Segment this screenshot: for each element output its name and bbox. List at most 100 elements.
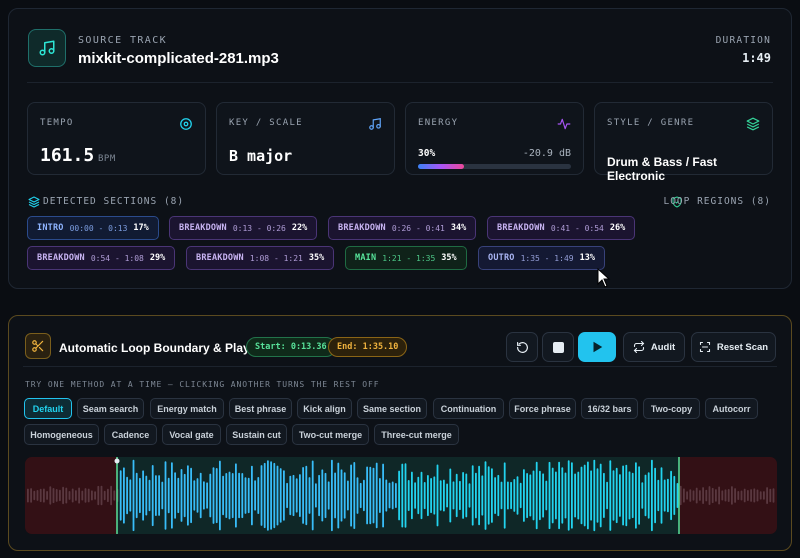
section-percent: 34%	[450, 223, 467, 233]
method-two-copy-button[interactable]: Two-copy	[643, 398, 700, 419]
waveform-bar	[119, 470, 122, 521]
waveform-bar	[135, 472, 138, 519]
waveform-bar	[263, 462, 266, 529]
scan-icon	[699, 341, 710, 353]
section-chip-breakdown[interactable]: BREAKDOWN 0:26 - 0:41 34%	[328, 216, 477, 240]
waveform-bar	[33, 490, 36, 501]
method-two-cut-merge-button[interactable]: Two-cut merge	[292, 424, 369, 445]
duration-value: 1:49	[742, 51, 771, 65]
waveform-bar	[68, 491, 71, 500]
waveform-bar	[491, 468, 493, 523]
section-percent: 29%	[149, 253, 166, 263]
section-name: INTRO	[37, 223, 64, 233]
method-same-section-button[interactable]: Same section	[357, 398, 427, 419]
waveform-bar	[654, 467, 656, 524]
section-chip-intro[interactable]: INTRO 00:00 - 0:13 17%	[27, 216, 159, 240]
waveform-bar	[260, 465, 263, 526]
waveform-bar	[718, 486, 720, 505]
waveform-bar	[651, 459, 653, 532]
waveform-bar	[449, 468, 452, 523]
waveform-bar	[177, 477, 180, 514]
method-force-phrase-button[interactable]: Force phrase	[509, 398, 576, 419]
waveform-bar	[286, 482, 288, 509]
waveform-bar	[548, 461, 551, 530]
method-energy-match-button[interactable]: Energy match	[150, 398, 224, 419]
section-chip-outro[interactable]: OUTRO 1:35 - 1:49 13%	[478, 246, 605, 270]
loop-start-badge: Start: 0:13.36	[246, 337, 336, 357]
divider	[27, 82, 773, 83]
waveform-bar	[769, 488, 772, 503]
waveform-bar	[676, 483, 679, 508]
waveform-bar	[404, 463, 407, 528]
audit-button[interactable]: Audit	[623, 332, 685, 362]
waveform-bar	[689, 489, 692, 502]
waveform-bar	[663, 479, 666, 512]
waveform-bar	[295, 478, 298, 513]
waveform-bar	[487, 466, 490, 525]
waveform-bar	[299, 474, 301, 517]
method-autocorr-button[interactable]: Autocorr	[705, 398, 758, 419]
waveform-bar	[628, 471, 631, 520]
waveform-bar	[139, 477, 141, 514]
waveform-bar	[379, 478, 381, 513]
waveform-bar	[318, 474, 320, 517]
method-sustain-cut-button[interactable]: Sustain cut	[226, 424, 287, 445]
waveform-bar	[695, 487, 698, 504]
waveform-bar	[612, 470, 615, 521]
waveform-bar	[532, 470, 535, 521]
source-track-label: SOURCE TRACK	[78, 35, 168, 46]
waveform-display[interactable]	[25, 457, 777, 534]
section-chip-breakdown[interactable]: BREAKDOWN 1:08 - 1:21 35%	[186, 246, 335, 270]
section-chip-breakdown[interactable]: BREAKDOWN 0:13 - 0:26 22%	[169, 216, 318, 240]
waveform	[25, 457, 777, 534]
method-homogeneous-button[interactable]: Homogeneous	[24, 424, 99, 445]
genre-label: STYLE / GENRE	[607, 118, 695, 128]
waveform-bar	[471, 465, 474, 526]
loop-player-panel: Automatic Loop Boundary & Player Start: …	[8, 315, 792, 551]
play-button[interactable]	[578, 332, 616, 362]
target-icon	[180, 118, 192, 130]
method-kick-align-button[interactable]: Kick align	[297, 398, 352, 419]
waveform-bar	[388, 482, 391, 509]
section-chip-breakdown[interactable]: BREAKDOWN 0:41 - 0:54 26%	[487, 216, 636, 240]
waveform-bar	[52, 488, 55, 504]
restart-button[interactable]	[506, 332, 538, 362]
waveform-bar	[241, 473, 244, 519]
stop-button[interactable]	[542, 332, 574, 362]
method-seam-search-button[interactable]: Seam search	[77, 398, 144, 419]
waveform-bar	[238, 472, 240, 519]
loop-start-handle[interactable]	[114, 458, 120, 464]
section-time: 0:54 - 1:08	[90, 253, 144, 263]
section-chip-main[interactable]: MAIN 1:21 - 1:35 35%	[345, 246, 467, 270]
method-default-button[interactable]: Default	[24, 398, 72, 419]
stop-icon	[552, 341, 564, 353]
method-16-32-bars-button[interactable]: 16/32 bars	[581, 398, 638, 419]
section-name: BREAKDOWN	[179, 223, 227, 233]
waveform-bar	[100, 485, 103, 506]
section-percent: 13%	[579, 253, 595, 263]
reset-scan-button[interactable]: Reset Scan	[691, 332, 776, 362]
section-chip-breakdown[interactable]: BREAKDOWN 0:54 - 1:08 29%	[27, 246, 176, 270]
method-vocal-gate-button[interactable]: Vocal gate	[162, 424, 221, 445]
waveform-bar	[753, 488, 756, 503]
section-time: 00:00 - 0:13	[69, 223, 128, 233]
music-note-icon	[369, 118, 381, 130]
waveform-bar	[475, 472, 477, 519]
waveform-bar	[731, 486, 733, 505]
section-name: BREAKDOWN	[497, 223, 545, 233]
waveform-bar	[49, 486, 52, 505]
method-three-cut-merge-button[interactable]: Three-cut merge	[374, 424, 459, 445]
waveform-bar	[363, 479, 365, 512]
method-best-phrase-button[interactable]: Best phrase	[229, 398, 292, 419]
method-continuation-button[interactable]: Continuation	[433, 398, 504, 419]
waveform-bar	[199, 472, 202, 519]
waveform-bar	[411, 471, 413, 520]
waveform-bar	[590, 470, 592, 521]
energy-card: ENERGY 30% -20.9 dB	[405, 102, 584, 175]
pulse-icon	[557, 118, 571, 130]
method-cadence-button[interactable]: Cadence	[104, 424, 157, 445]
waveform-bar	[247, 477, 250, 514]
waveform-bar	[462, 472, 464, 519]
waveform-bar	[94, 491, 96, 500]
waveform-bar	[593, 459, 596, 532]
